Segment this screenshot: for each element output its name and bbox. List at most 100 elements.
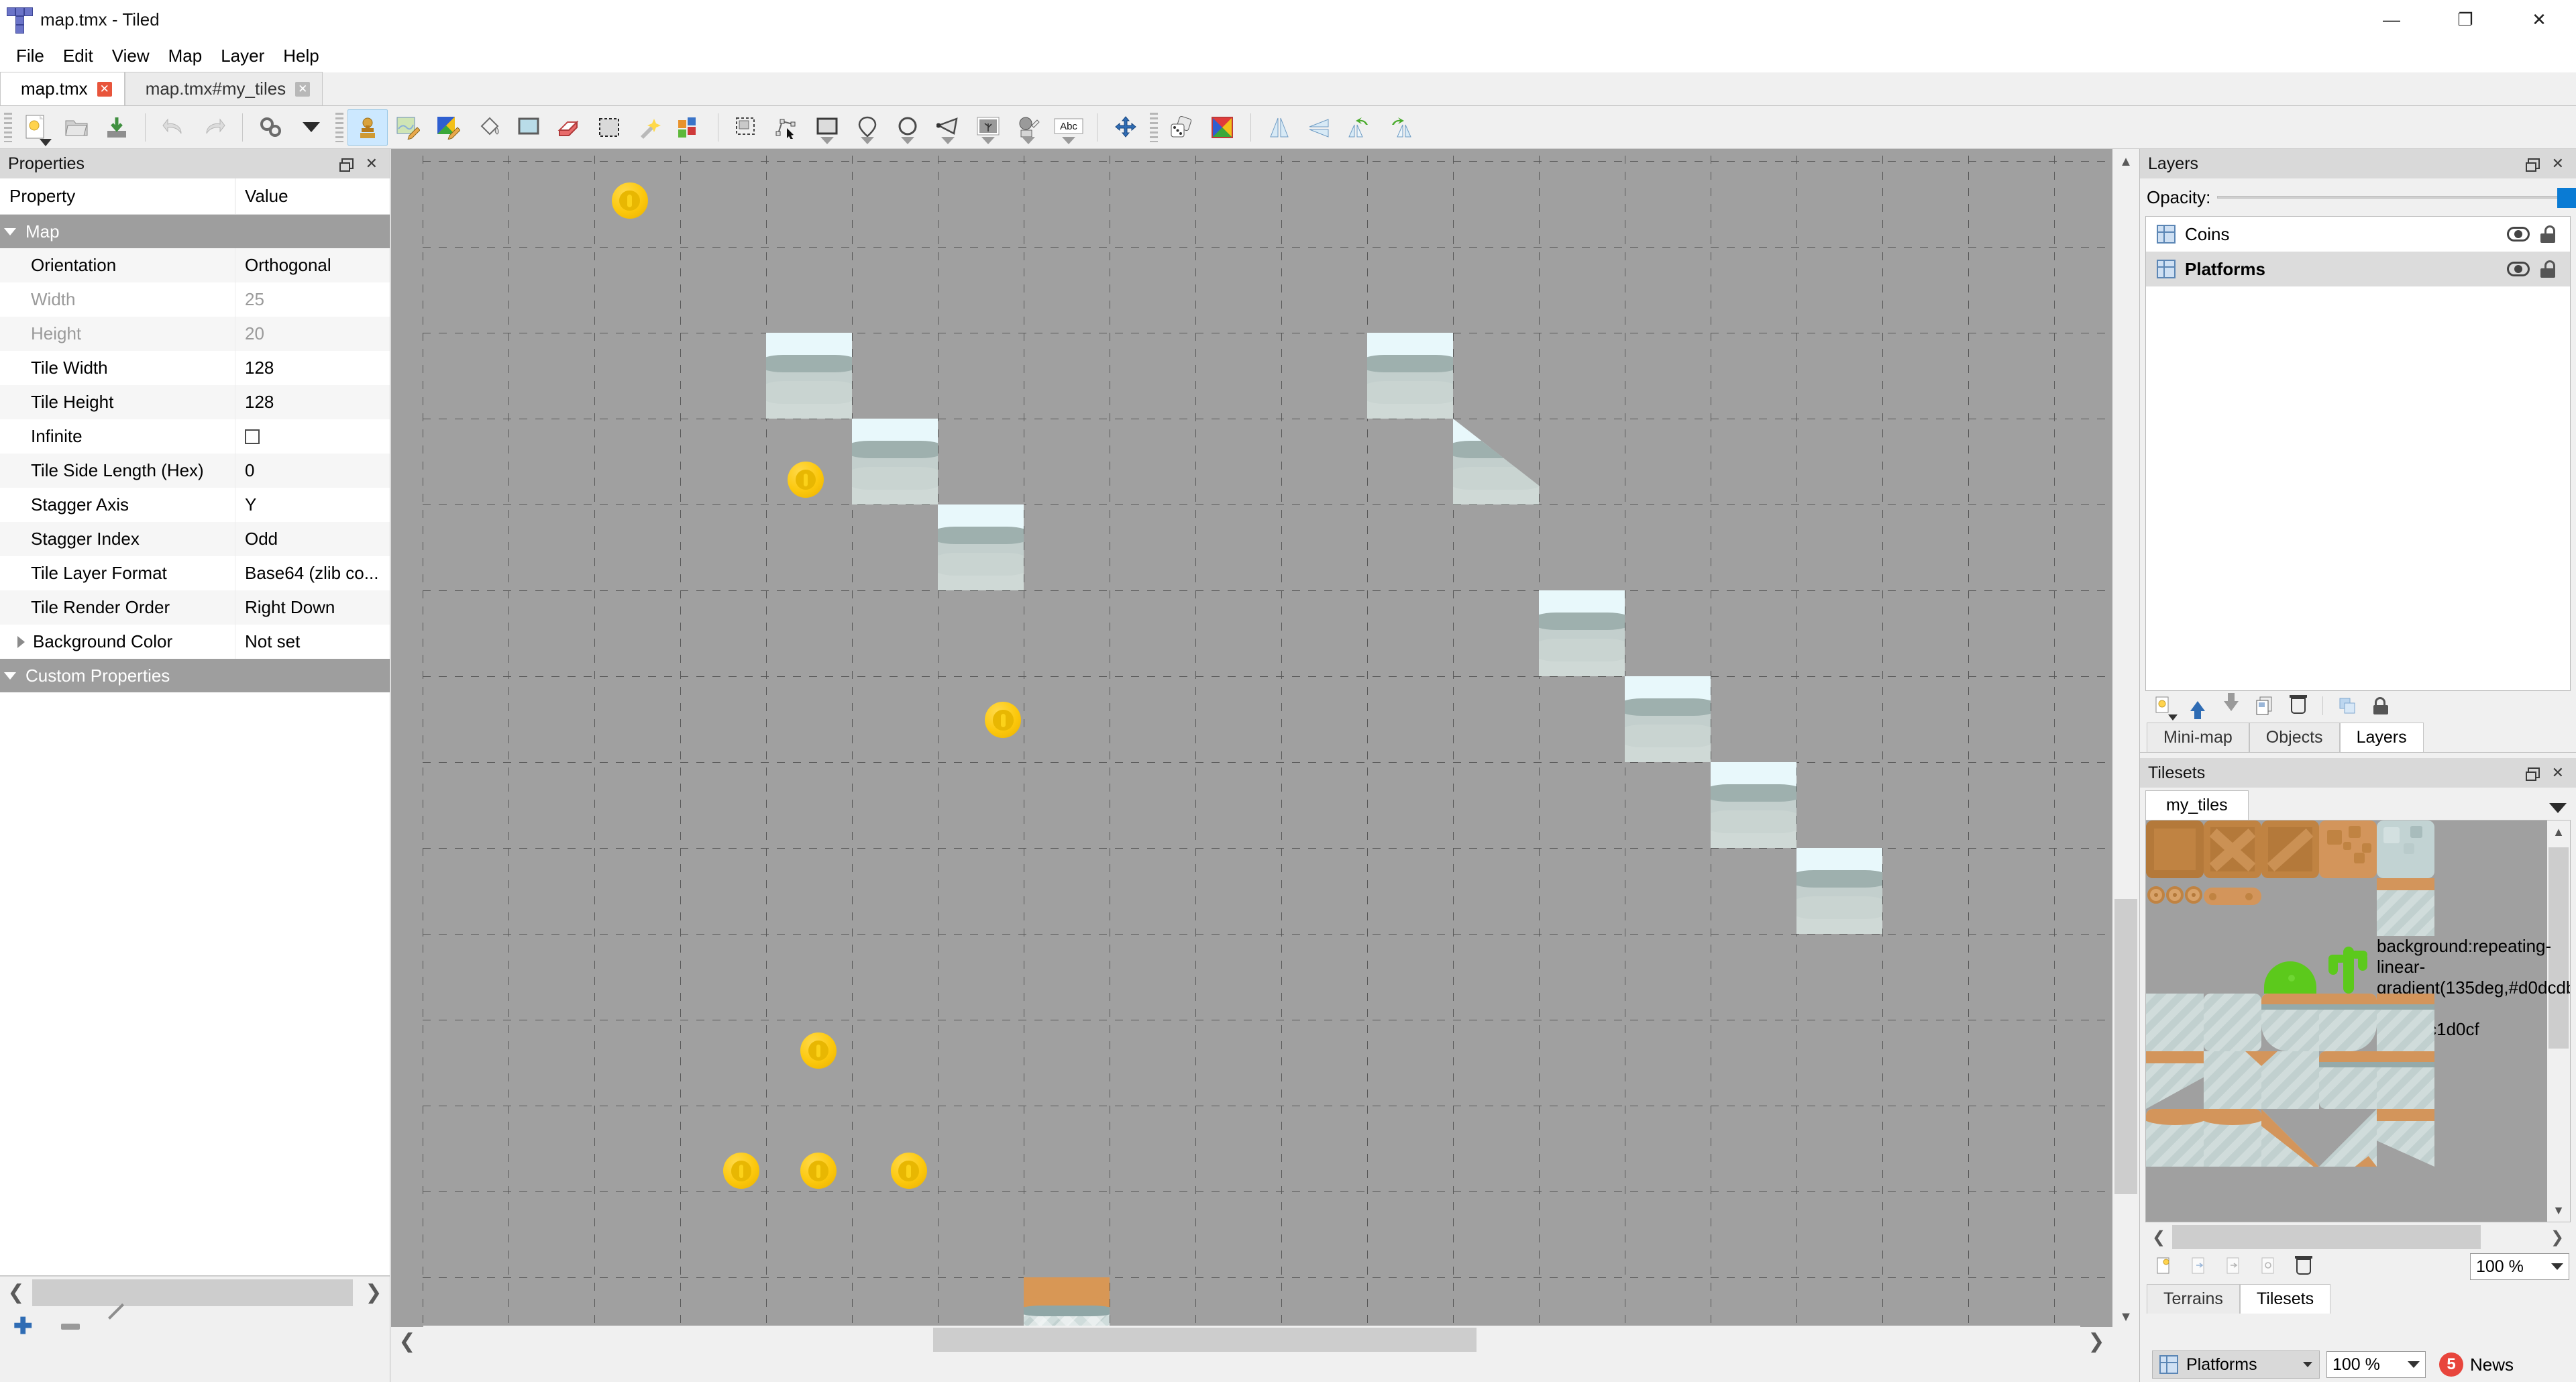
property-row-tile-layer-format[interactable]: Tile Layer Format Base64 (zlib co...	[0, 556, 390, 590]
flip-horizontally-button[interactable]	[1259, 109, 1299, 146]
chevron-right-icon[interactable]	[17, 635, 25, 648]
unlock-icon[interactable]	[2539, 260, 2557, 278]
edit-tileset-button[interactable]	[2254, 1253, 2284, 1280]
tileset-tile-sand-blocks[interactable]	[2319, 820, 2377, 878]
insert-polygon-tool[interactable]	[928, 109, 968, 146]
tile-layer-edit-tool[interactable]	[388, 109, 428, 146]
tab-layers[interactable]: Layers	[2339, 723, 2424, 752]
tileset-tile-ice-orange-cap-a[interactable]	[2319, 1051, 2377, 1109]
insert-point-tool[interactable]	[847, 109, 888, 146]
tileset-horizontal-scrollbar[interactable]: ❮ ❯	[2145, 1222, 2571, 1252]
tileset-tile-ramp-up[interactable]	[2319, 1109, 2377, 1167]
property-value[interactable]: Right Down	[235, 590, 390, 625]
tileset-tile-log-beam[interactable]	[2204, 878, 2261, 936]
eye-icon[interactable]	[2507, 227, 2530, 242]
scrollbar-thumb[interactable]	[2172, 1225, 2481, 1249]
scrollbar-thumb[interactable]	[32, 1279, 353, 1306]
tileset-tile-ice-orange-right[interactable]	[2319, 994, 2377, 1051]
toolbar-grip[interactable]	[4, 112, 12, 142]
new-layer-button[interactable]	[2149, 692, 2179, 721]
chevron-down-icon[interactable]	[2303, 1362, 2312, 1367]
map-tile-coin[interactable]	[788, 462, 824, 498]
property-group-custom-properties[interactable]: Custom Properties	[0, 659, 390, 692]
column-header-property[interactable]: Property	[0, 186, 235, 207]
tab-mini-map[interactable]: Mini-map	[2147, 723, 2249, 752]
chevron-down-icon[interactable]	[2408, 1361, 2420, 1368]
property-row-stagger-index[interactable]: Stagger Index Odd	[0, 522, 390, 556]
tileset-tile-crate-cross[interactable]	[2204, 820, 2261, 878]
tileset-tile-ice-notch-right[interactable]	[2261, 1051, 2319, 1109]
scroll-right-icon[interactable]: ❯	[358, 1277, 390, 1308]
rotate-left-button[interactable]	[1340, 109, 1380, 146]
select-objects-tool[interactable]	[727, 109, 767, 146]
shape-fill-tool[interactable]	[508, 109, 549, 146]
close-icon[interactable]: ✕	[2552, 765, 2564, 780]
tileset-tile-crate-plain[interactable]	[2146, 820, 2204, 878]
add-property-icon[interactable]: ✚	[13, 1315, 33, 1338]
chevron-down-icon[interactable]	[901, 136, 914, 144]
menu-help[interactable]: Help	[274, 43, 328, 69]
tileset-tile-ice-notch-left[interactable]	[2204, 1051, 2261, 1109]
scroll-up-icon[interactable]: ▲	[2113, 149, 2139, 174]
tileset-tile-bush[interactable]	[2261, 936, 2319, 994]
properties-horizontal-scrollbar[interactable]: ❮ ❯	[0, 1276, 390, 1308]
property-row-height[interactable]: Height 20	[0, 317, 390, 351]
layer-row-coins[interactable]: Coins	[2146, 217, 2570, 252]
scroll-down-icon[interactable]: ▼	[2113, 1304, 2139, 1330]
tileset-tile-crate-diagonal[interactable]	[2261, 820, 2319, 878]
random-mode-button[interactable]	[1162, 109, 1202, 146]
property-value[interactable]: Orthogonal	[235, 248, 390, 282]
tab-terrains[interactable]: Terrains	[2147, 1284, 2240, 1314]
property-row-orientation[interactable]: Orientation Orthogonal	[0, 248, 390, 282]
tileset-tile-ice-column[interactable]: background:repeating-linear-gradient(135…	[2377, 936, 2570, 1081]
menu-edit[interactable]: Edit	[54, 43, 103, 69]
tileset-vertical-scrollbar[interactable]: ▲ ▼	[2547, 820, 2570, 1222]
tileset-tile-ice-blocks[interactable]	[2377, 820, 2434, 878]
terrain-fill-mode-button[interactable]	[1202, 109, 1242, 146]
map-tile-coin[interactable]	[723, 1153, 759, 1189]
map-tile-coin[interactable]	[611, 182, 648, 219]
chevron-down-icon[interactable]	[1062, 136, 1075, 144]
property-row-tile-height[interactable]: Tile Height 128	[0, 385, 390, 419]
chevron-down-icon[interactable]	[4, 227, 16, 235]
eye-icon[interactable]	[2507, 262, 2530, 276]
property-row-infinite[interactable]: Infinite	[0, 419, 390, 454]
lock-other-layers-button[interactable]	[2366, 692, 2396, 719]
tileset-tile-wheels[interactable]	[2146, 878, 2204, 936]
property-value[interactable]: Not set	[235, 625, 390, 659]
map-tile-coin[interactable]	[890, 1153, 927, 1189]
property-value[interactable]: 128	[235, 385, 390, 419]
chevron-down-icon[interactable]	[941, 136, 955, 144]
property-value[interactable]: 0	[235, 454, 390, 488]
map-tile-snow-platform[interactable]	[938, 504, 1024, 590]
scrollbar-thumb[interactable]	[2114, 899, 2137, 1194]
chevron-down-icon[interactable]	[2168, 714, 2178, 721]
property-row-tile-render-order[interactable]: Tile Render Order Right Down	[0, 590, 390, 625]
menu-layer[interactable]: Layer	[211, 43, 274, 69]
property-value[interactable]: Odd	[235, 522, 390, 556]
insert-rectangle-tool[interactable]	[807, 109, 847, 146]
insert-template-tool[interactable]	[1008, 109, 1049, 146]
scrollbar-thumb[interactable]	[933, 1328, 1477, 1352]
property-row-stagger-axis[interactable]: Stagger Axis Y	[0, 488, 390, 522]
close-button[interactable]: ✕	[2502, 0, 2576, 39]
tileset-tile-ice-edge-right[interactable]	[2377, 1109, 2434, 1167]
chevron-down-icon[interactable]	[303, 122, 320, 132]
menu-map[interactable]: Map	[159, 43, 212, 69]
remove-property-icon[interactable]	[60, 1323, 80, 1330]
close-icon[interactable]: ✕	[2552, 156, 2564, 171]
property-row-tile-side-length[interactable]: Tile Side Length (Hex) 0	[0, 454, 390, 488]
edit-property-icon[interactable]	[108, 1318, 125, 1335]
select-same-tile-tool[interactable]	[669, 109, 710, 146]
map-tile-snow-platform[interactable]	[766, 333, 852, 419]
maximize-button[interactable]: ❐	[2428, 0, 2502, 39]
insert-ellipse-tool[interactable]	[888, 109, 928, 146]
float-dock-icon[interactable]	[2525, 158, 2540, 172]
map-tile-coin[interactable]	[800, 1153, 837, 1189]
insert-tile-tool[interactable]	[968, 109, 1008, 146]
map-tile-coin[interactable]	[985, 702, 1022, 739]
map-properties-dropdown[interactable]	[291, 109, 331, 146]
scroll-left-icon[interactable]: ❮	[391, 1326, 423, 1357]
map-tile-ice-platform[interactable]	[1024, 1277, 1110, 1330]
tab-objects[interactable]: Objects	[2249, 723, 2340, 752]
